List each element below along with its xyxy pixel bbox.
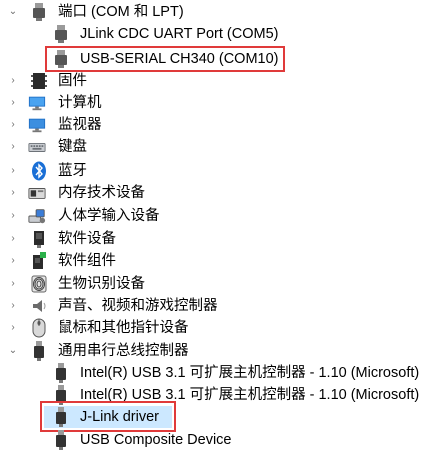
device-manager-tree: ⌄ 端口 (COM 和 LPT) JLink CDC UART Port (CO… xyxy=(0,0,448,454)
tree-item-label: Intel(R) USB 3.1 可扩展主机控制器 - 1.10 (Micros… xyxy=(80,387,420,403)
tree-item-label: 键盘 xyxy=(58,139,87,155)
tree-item-ports[interactable]: ⌄ 端口 (COM 和 LPT) xyxy=(0,1,448,23)
monitor-icon xyxy=(28,116,46,134)
tree-item-label: J-Link driver xyxy=(80,409,159,425)
hid-icon xyxy=(28,207,46,225)
port-icon xyxy=(52,25,70,43)
mouse-icon xyxy=(30,318,48,338)
usb-icon xyxy=(30,341,48,361)
tree-item-label: 计算机 xyxy=(58,95,102,111)
tree-item-label: USB-SERIAL CH340 (COM10) xyxy=(80,51,279,67)
tree-item-intel-usb-1[interactable]: Intel(R) USB 3.1 可扩展主机控制器 - 1.10 (Micros… xyxy=(0,362,448,384)
tree-item-label: 鼠标和其他指针设备 xyxy=(58,320,189,336)
tree-item-label: 声音、视频和游戏控制器 xyxy=(58,298,218,314)
tree-item-keyboard[interactable]: › 键盘 xyxy=(0,136,448,158)
port-icon xyxy=(52,50,70,68)
keyboard-icon xyxy=(28,138,46,156)
tree-item-mouse[interactable]: › 鼠标和其他指针设备 xyxy=(0,317,448,339)
memory-device-icon xyxy=(28,184,46,202)
tree-item-bluetooth[interactable]: › 蓝牙 xyxy=(0,160,448,182)
chevron-right-icon[interactable]: › xyxy=(8,160,18,182)
tree-item-computer[interactable]: › 计算机 xyxy=(0,92,448,114)
usb-icon xyxy=(52,430,70,450)
chevron-right-icon[interactable]: › xyxy=(8,114,18,136)
chevron-right-icon[interactable]: › xyxy=(8,295,18,317)
tree-item-monitor[interactable]: › 监视器 xyxy=(0,114,448,136)
tree-item-usb-controllers[interactable]: ⌄ 通用串行总线控制器 xyxy=(0,340,448,362)
chevron-down-icon[interactable]: ⌄ xyxy=(8,340,18,362)
tree-item-jlink-cdc-port[interactable]: JLink CDC UART Port (COM5) xyxy=(0,23,448,45)
biometric-icon xyxy=(30,275,48,293)
usb-icon xyxy=(52,363,70,383)
tree-item-label: 软件设备 xyxy=(58,231,116,247)
computer-icon xyxy=(28,94,46,112)
chevron-right-icon[interactable]: › xyxy=(8,317,18,339)
tree-item-label: 端口 (COM 和 LPT) xyxy=(58,4,184,20)
tree-item-label: 人体学输入设备 xyxy=(58,208,160,224)
tree-item-sound-video[interactable]: › 声音、视频和游戏控制器 xyxy=(0,295,448,317)
tree-item-label: 生物识别设备 xyxy=(58,276,145,292)
chevron-right-icon[interactable]: › xyxy=(8,92,18,114)
tree-item-label: Intel(R) USB 3.1 可扩展主机控制器 - 1.10 (Micros… xyxy=(80,365,420,381)
software-device-icon xyxy=(30,230,48,248)
usb-icon xyxy=(52,385,70,405)
chevron-right-icon[interactable]: › xyxy=(8,70,18,92)
tree-item-usb-composite[interactable]: USB Composite Device xyxy=(0,429,448,451)
chevron-right-icon[interactable]: › xyxy=(8,205,18,227)
tree-item-jlink-driver[interactable]: J-Link driver xyxy=(0,406,448,428)
tree-item-label: 固件 xyxy=(58,73,87,89)
tree-item-label: 软件组件 xyxy=(58,253,116,269)
tree-item-intel-usb-2[interactable]: Intel(R) USB 3.1 可扩展主机控制器 - 1.10 (Micros… xyxy=(0,384,448,406)
tree-item-biometric[interactable]: › 生物识别设备 xyxy=(0,273,448,295)
tree-item-label: 监视器 xyxy=(58,117,102,133)
chevron-right-icon[interactable]: › xyxy=(8,250,18,272)
firmware-icon xyxy=(30,72,48,90)
chevron-down-icon[interactable]: ⌄ xyxy=(8,1,18,23)
chevron-right-icon[interactable]: › xyxy=(8,182,18,204)
tree-item-software-device[interactable]: › 软件设备 xyxy=(0,228,448,250)
software-component-icon xyxy=(30,252,48,270)
bluetooth-icon xyxy=(30,161,48,181)
chevron-right-icon[interactable]: › xyxy=(8,273,18,295)
tree-item-label: 通用串行总线控制器 xyxy=(58,343,189,359)
tree-item-label: JLink CDC UART Port (COM5) xyxy=(80,26,279,42)
tree-item-software-component[interactable]: › 软件组件 xyxy=(0,250,448,272)
chevron-right-icon[interactable]: › xyxy=(8,136,18,158)
tree-item-label: 内存技术设备 xyxy=(58,185,145,201)
speaker-icon xyxy=(30,297,48,315)
tree-item-label: USB Composite Device xyxy=(80,432,232,448)
tree-item-firmware[interactable]: › 固件 xyxy=(0,70,448,92)
chevron-right-icon[interactable]: › xyxy=(8,228,18,250)
tree-item-memory-tech[interactable]: › 内存技术设备 xyxy=(0,182,448,204)
tree-item-hid[interactable]: › 人体学输入设备 xyxy=(0,205,448,227)
usb-icon xyxy=(52,407,70,427)
port-icon xyxy=(30,3,48,21)
tree-item-label: 蓝牙 xyxy=(58,163,87,179)
tree-item-ch340-port[interactable]: USB-SERIAL CH340 (COM10) xyxy=(0,48,448,70)
